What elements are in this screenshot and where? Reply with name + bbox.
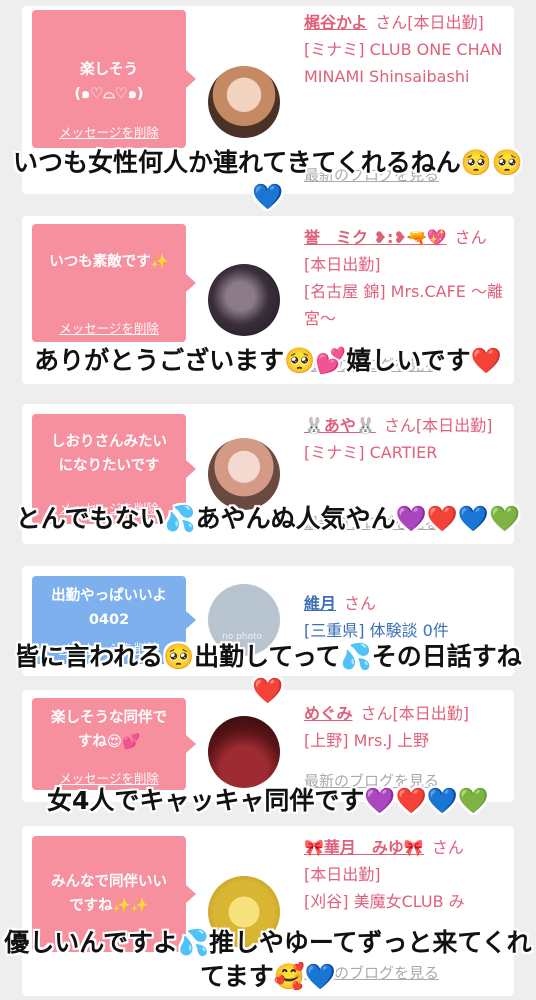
profile-info: 🐰あや🐰 さん[本日出勤] [ミナミ] CARTIER bbox=[304, 412, 508, 466]
caption: ありがとうございます🥺💕嬉しいです❤️ bbox=[34, 346, 502, 375]
status-label: [本日出勤] bbox=[407, 13, 484, 32]
honorific: さん bbox=[375, 13, 408, 32]
caption: 皆に言われる🥺出勤してって💦その日話すね❤️ bbox=[14, 642, 522, 705]
message-bubble: 楽しそう (๑♡⌓♡๑) メッセージを削除 bbox=[32, 10, 196, 148]
shop-label: [ミナミ] CLUB ONE CHAN MINAMI Shinsaibashi bbox=[304, 40, 503, 86]
profile-name-link[interactable]: 維月 bbox=[304, 594, 336, 613]
profile-info: めぐみ さん[本日出勤] [上野] Mrs.J 上野 bbox=[304, 700, 508, 754]
shop-label: [三重県] 体験談 0件 bbox=[304, 621, 449, 640]
status-label: [本日出勤] bbox=[304, 865, 381, 884]
caption: とんでもない💦あやんぬ人気やん💜❤️💙💚 bbox=[15, 504, 521, 533]
profile-name-link[interactable]: 🎀華月 みゆ🎀 bbox=[304, 838, 424, 857]
delete-message-link[interactable]: メッセージを削除 bbox=[32, 122, 186, 141]
message-text: いつも素敵です✨ bbox=[49, 254, 169, 270]
message-bubble: いつも素敵です✨ メッセージを削除 bbox=[32, 224, 196, 342]
message-text: 楽しそうな同伴で すね😍💕 bbox=[51, 710, 167, 750]
profile-name-link[interactable]: 梶谷かよ bbox=[304, 13, 367, 32]
honorific: さん bbox=[344, 594, 377, 613]
delete-message-link[interactable]: メッセージを削除 bbox=[32, 318, 186, 337]
caption: 優しいんですよ💦推しやゆーてずっと来てくれてます🥰💙 bbox=[4, 928, 532, 991]
profile-name-link[interactable]: 🐰あや🐰 bbox=[304, 416, 376, 435]
avatar[interactable] bbox=[208, 716, 280, 788]
shop-label: [上野] Mrs.J 上野 bbox=[304, 731, 430, 750]
message-bubble: 楽しそうな同伴で すね😍💕 メッセージを削除 bbox=[32, 698, 196, 790]
avatar[interactable] bbox=[208, 264, 280, 336]
message-text: 楽しそう (๑♡⌓♡๑) bbox=[74, 62, 144, 102]
caption: 女4人でキャッキャ同伴です💜❤️💙💚 bbox=[47, 786, 489, 815]
status-label: [本日出勤] bbox=[415, 416, 493, 435]
avatar[interactable] bbox=[208, 66, 280, 138]
avatar[interactable] bbox=[208, 438, 280, 510]
shop-label: [ミナミ] CARTIER bbox=[304, 443, 438, 462]
profile-info: 梶谷かよ さん[本日出勤] [ミナミ] CLUB ONE CHAN MINAMI … bbox=[304, 9, 508, 90]
shop-label: [刈谷] 美魔女CLUB み bbox=[304, 892, 465, 911]
shop-label: [名古屋 錦] Mrs.CAFE 〜離宮〜 bbox=[304, 282, 503, 328]
message-text: 出勤やっぱいいよ 0402 bbox=[51, 588, 167, 628]
status-label: [本日出勤] bbox=[304, 255, 381, 274]
honorific: さん bbox=[383, 416, 416, 435]
honorific: さん bbox=[431, 838, 464, 857]
caption: いつも女性何人か連れてきてくれるねん🥺🥺💙 bbox=[12, 148, 523, 211]
message-text: みんなで同伴いい ですね✨✨ bbox=[51, 874, 167, 914]
profile-info: 誉 ミク ❥:❥🔫💖 さん [本日出勤] [名古屋 錦] Mrs.CAFE 〜離宮〜 bbox=[304, 224, 508, 332]
profile-info: 維月 さん [三重県] 体験談 0件 bbox=[304, 590, 508, 644]
profile-info: 🎀華月 みゆ🎀 さん [本日出勤] [刈谷] 美魔女CLUB み bbox=[304, 834, 508, 915]
honorific: さん bbox=[454, 228, 487, 247]
profile-name-link[interactable]: 誉 ミク ❥:❥🔫💖 bbox=[304, 228, 447, 247]
message-text: しおりさんみたい になりたいです bbox=[51, 434, 167, 474]
